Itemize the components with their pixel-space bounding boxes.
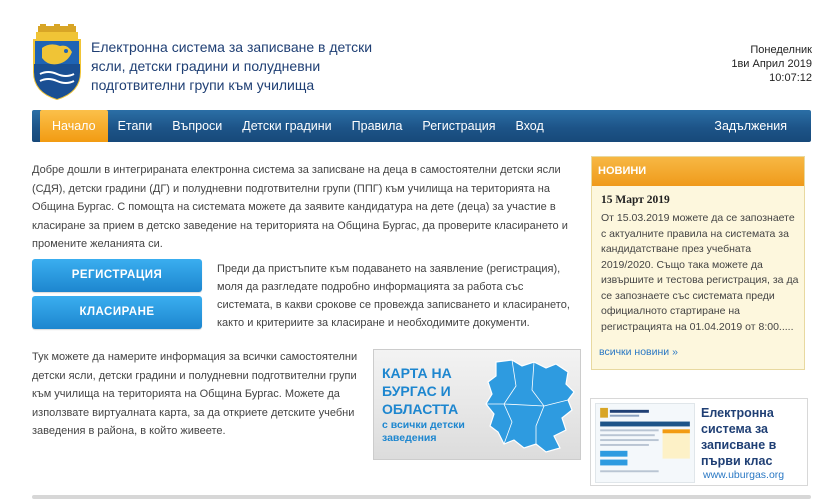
nav-stages[interactable]: Етапи — [108, 110, 163, 142]
first-grade-banner-title: Електронна система за записване в първи … — [701, 406, 777, 468]
site-title: Електронна система за записване в детски… — [91, 39, 373, 93]
first-grade-site-thumbnail — [595, 403, 695, 483]
burgas-region-map-icon — [485, 359, 575, 453]
page: Електронна система за записване в детски… — [0, 0, 840, 500]
burgas-crest-logo[interactable] — [30, 24, 84, 100]
first-grade-banner[interactable]: Електронна система за записване в първи … — [590, 398, 808, 486]
nav-home[interactable]: Начало — [40, 110, 108, 142]
nav-login[interactable]: Вход — [506, 110, 554, 142]
content-bottom-divider — [32, 495, 811, 499]
main-navigation: Начало Етапи Въпроси Детски градини Прав… — [32, 110, 811, 142]
map-info-text: Тук можете да намерите информация за вси… — [32, 351, 358, 437]
header: Електронна система за записване в детски… — [0, 0, 840, 104]
all-news-link[interactable]: всички новини » — [599, 346, 678, 358]
weekday: Понеделник — [750, 44, 812, 56]
nav-obligations[interactable]: Задължения — [704, 110, 797, 142]
news-panel: НОВИНИ 15 Март 2019 От 15.03.2019 можете… — [591, 156, 805, 370]
date-time-display: Понеделник 1ви Април 2019 10:07:12 — [731, 43, 812, 85]
ranking-button[interactable]: КЛАСИРАНЕ — [32, 296, 202, 329]
map-banner[interactable]: КАРТА НА БУРГАС И ОБЛАСТТА с всички детс… — [373, 349, 581, 460]
news-header: НОВИНИ — [592, 157, 804, 186]
first-grade-banner-url: www.uburgas.org — [703, 469, 785, 481]
nav-rules[interactable]: Правила — [342, 110, 413, 142]
nav-kindergartens[interactable]: Детски градини — [232, 110, 341, 142]
news-text: От 15.03.2019 можете да се запознаете с … — [601, 212, 799, 333]
news-date: 15 Март 2019 — [601, 194, 670, 206]
intro-text: Добре дошли в интегрираната електронна с… — [32, 164, 568, 250]
map-banner-title: КАРТА НА БУРГАС И ОБЛАСТТА — [382, 365, 459, 417]
nav-questions[interactable]: Въпроси — [162, 110, 232, 142]
register-button[interactable]: РЕГИСТРАЦИЯ — [32, 259, 202, 292]
registration-info-text: Преди да пристъпите към подаването на за… — [217, 263, 570, 329]
date: 1ви Април 2019 — [731, 58, 812, 70]
nav-registration[interactable]: Регистрация — [412, 110, 505, 142]
clock: 10:07:12 — [769, 72, 812, 84]
